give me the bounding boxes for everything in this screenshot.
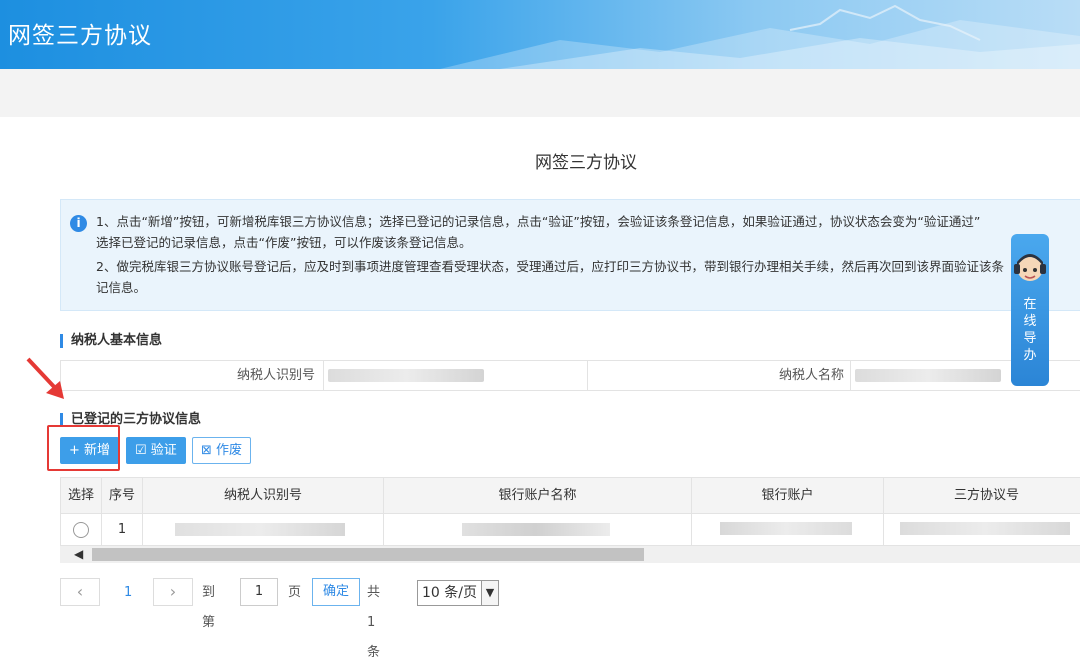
- row-agreement-no: [884, 514, 1080, 545]
- confirm-page-button[interactable]: 确定: [312, 578, 360, 606]
- column-header-select: 选择: [61, 478, 102, 513]
- taxpayer-name-label: 纳税人名称: [587, 361, 844, 390]
- instruction-notice: i 1、点击“新增”按钮，可新增税库银三方协议信息；选择已登记的记录信息，点击“…: [60, 199, 1080, 311]
- table-row[interactable]: 1: [60, 514, 1080, 546]
- row-bank-account: [692, 514, 884, 545]
- guide-char: 线: [1023, 314, 1037, 329]
- row-select-cell: [61, 514, 102, 545]
- redacted-value: [462, 523, 610, 536]
- column-header-bank-account-name: 银行账户名称: [384, 478, 692, 513]
- taxpayer-info-table: 纳税人识别号 纳税人名称: [60, 360, 1080, 391]
- row-radio[interactable]: [73, 521, 89, 538]
- online-guide-label: 在 线 导 办: [1011, 296, 1049, 364]
- horizontal-scrollbar[interactable]: ◀: [60, 546, 1080, 563]
- redacted-value: [328, 369, 484, 382]
- column-header-seq: 序号: [102, 478, 143, 513]
- notice-line-1: 1、点击“新增”按钮，可新增税库银三方协议信息；选择已登记的记录信息，点击“验证…: [96, 214, 981, 229]
- redacted-value: [855, 369, 1001, 382]
- page-title: 网签三方协议: [535, 153, 637, 173]
- red-arrow-annotation: [26, 357, 64, 399]
- highlight-box-annotation: [47, 425, 120, 471]
- taxpayer-id-label: 纳税人识别号: [236, 368, 315, 383]
- app-header: 网签三方协议: [0, 0, 1080, 69]
- total-count: 共 1 条: [367, 585, 381, 660]
- info-icon: i: [70, 215, 87, 232]
- redacted-value: [720, 522, 852, 535]
- notice-line-2: 选择已登记的记录信息，点击“作废”按钮，可以作废该条登记信息。: [96, 235, 472, 250]
- current-page[interactable]: 1: [124, 578, 132, 606]
- assistant-avatar-icon: [1014, 254, 1046, 281]
- prev-page-button[interactable]: ‹: [60, 578, 100, 606]
- agreements-table: 选择 序号 纳税人识别号 银行账户名称 银行账户 三方协议号 1 ◀: [60, 477, 1080, 563]
- online-guide-widget[interactable]: 在 线 导 办: [1011, 234, 1049, 386]
- page-size-value: 10 条/页: [422, 585, 477, 601]
- verify-button[interactable]: ☑ 验证: [126, 437, 186, 464]
- column-header-taxpayer-id: 纳税人识别号: [143, 478, 384, 513]
- great-wall-banner-image: [440, 4, 1080, 69]
- page-size-select[interactable]: 10 条/页 ▼: [417, 580, 499, 606]
- scroll-left-arrow-icon[interactable]: ◀: [74, 547, 83, 562]
- app-title: 网签三方协议: [8, 23, 152, 49]
- row-taxpayer-id: [143, 514, 384, 545]
- redacted-value: [900, 522, 1070, 535]
- guide-char: 在: [1023, 297, 1037, 312]
- row-bank-account-name: [384, 514, 692, 545]
- check-square-icon: ☑: [135, 443, 147, 458]
- page-input[interactable]: 1: [240, 578, 278, 606]
- next-page-button[interactable]: ›: [153, 578, 193, 606]
- guide-char: 办: [1023, 348, 1037, 363]
- taxpayer-section-title: 纳税人基本信息: [60, 334, 162, 348]
- scrollbar-thumb[interactable]: [92, 548, 644, 561]
- chevron-left-icon: ‹: [76, 582, 84, 601]
- page-unit-label: 页: [288, 585, 302, 600]
- redacted-value: [175, 523, 345, 536]
- taxpayer-id-value: [323, 361, 588, 390]
- table-header: 选择 序号 纳税人识别号 银行账户名称 银行账户 三方协议号: [60, 477, 1080, 514]
- notice-line-4: 记信息。: [96, 280, 147, 295]
- verify-button-label: 验证: [150, 443, 177, 458]
- x-square-icon: ⊠: [201, 443, 212, 458]
- void-button-label: 作废: [216, 443, 243, 458]
- notice-line-3: 2、做完税库银三方协议账号登记后，应及时到事项进度管理查看受理状态，受理通过后，…: [96, 259, 1004, 274]
- chevron-right-icon: ›: [169, 582, 177, 601]
- sub-toolbar: [0, 69, 1080, 117]
- void-button[interactable]: ⊠ 作废: [192, 437, 252, 464]
- row-seq: 1: [102, 514, 143, 545]
- chevron-down-icon: ▼: [481, 581, 498, 605]
- column-header-bank-account: 银行账户: [692, 478, 884, 513]
- column-header-agreement-no: 三方协议号: [953, 488, 1019, 503]
- guide-char: 导: [1023, 331, 1037, 346]
- goto-label: 到第: [202, 585, 216, 630]
